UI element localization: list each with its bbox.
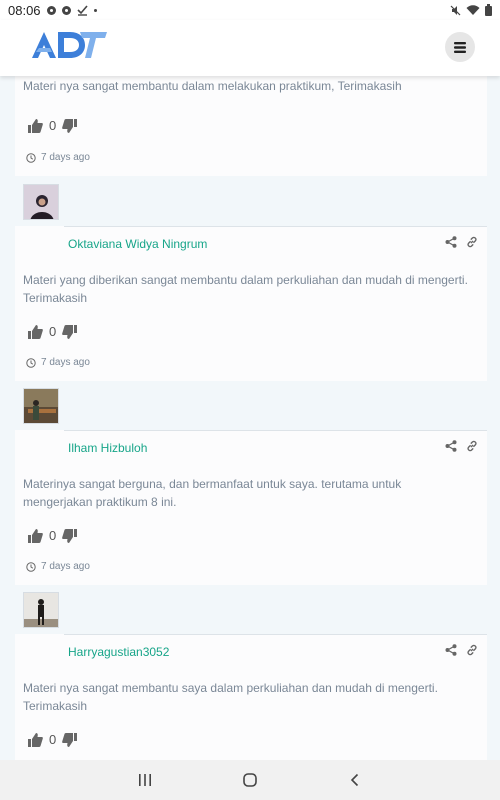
avatar[interactable] [23,592,59,628]
back-icon[interactable] [348,773,362,787]
timestamp-row: 7 days ago [26,561,90,572]
link-icon[interactable] [466,644,478,656]
link-icon[interactable] [466,440,478,452]
comment-text: Materi nya sangat membantu dalam melakuk… [23,79,402,93]
like-count: 0 [49,732,57,747]
comment-time: 7 days ago [41,357,90,368]
author-name[interactable]: Harryagustian3052 [68,645,169,659]
share-icon[interactable] [445,644,457,656]
timestamp-row: 7 days ago [26,357,90,368]
adt-logo[interactable] [30,26,108,60]
author-name[interactable]: Ilham Hizbuloh [68,441,147,455]
chrome-notification-icon [61,5,71,15]
menu-button[interactable] [445,32,475,62]
wifi-icon [466,4,480,15]
share-icon[interactable] [445,440,457,452]
avatar[interactable] [23,184,59,220]
status-bar: 08:06 [0,0,500,20]
comment-card: Materi nya sangat membantu dalam melakuk… [15,76,487,176]
mute-icon [450,5,461,15]
recent-apps-icon[interactable] [138,773,152,787]
thumbs-down-icon[interactable] [62,732,78,747]
chrome-notification-icon [46,5,56,15]
system-nav-bar [0,760,500,800]
timestamp-row: 7 days ago [26,152,90,163]
vote-row: 0 [28,732,78,747]
vote-row: 0 [28,118,78,133]
like-count: 0 [49,118,57,133]
comment-time: 7 days ago [41,561,90,572]
status-time: 08:06 [8,2,41,18]
comment-text: Materi yang diberikan sangat membantu da… [23,273,468,305]
battery-icon [485,4,492,16]
comment-time: 7 days ago [41,152,90,163]
vote-row: 0 [28,324,78,339]
home-icon[interactable] [242,772,258,788]
thumbs-up-icon[interactable] [28,324,43,339]
like-count: 0 [49,324,57,339]
app-header [0,20,500,76]
comments-list: Materi nya sangat membantu dalam melakuk… [0,76,500,760]
thumbs-down-icon[interactable] [62,528,78,543]
hamburger-icon [454,41,466,53]
share-icon[interactable] [445,236,457,248]
thumbs-up-icon[interactable] [28,118,43,133]
divider [64,226,487,227]
comment-text: Materinya sangat berguna, dan bermanfaat… [23,477,402,509]
clock-icon [26,357,36,368]
like-count: 0 [49,528,57,543]
vote-row: 0 [28,528,78,543]
author-name[interactable]: Oktaviana Widya Ningrum [68,237,207,251]
clock-icon [26,152,36,163]
comment-text: Materi nya sangat membantu saya dalam pe… [23,681,438,713]
download-done-icon [76,4,88,16]
thumbs-down-icon[interactable] [62,118,78,133]
divider [64,634,487,635]
divider [64,430,487,431]
clock-icon [26,561,36,572]
link-icon[interactable] [466,236,478,248]
avatar[interactable] [23,388,59,424]
thumbs-up-icon[interactable] [28,732,43,747]
more-notifications-icon [93,8,97,12]
thumbs-down-icon[interactable] [62,324,78,339]
thumbs-up-icon[interactable] [28,528,43,543]
